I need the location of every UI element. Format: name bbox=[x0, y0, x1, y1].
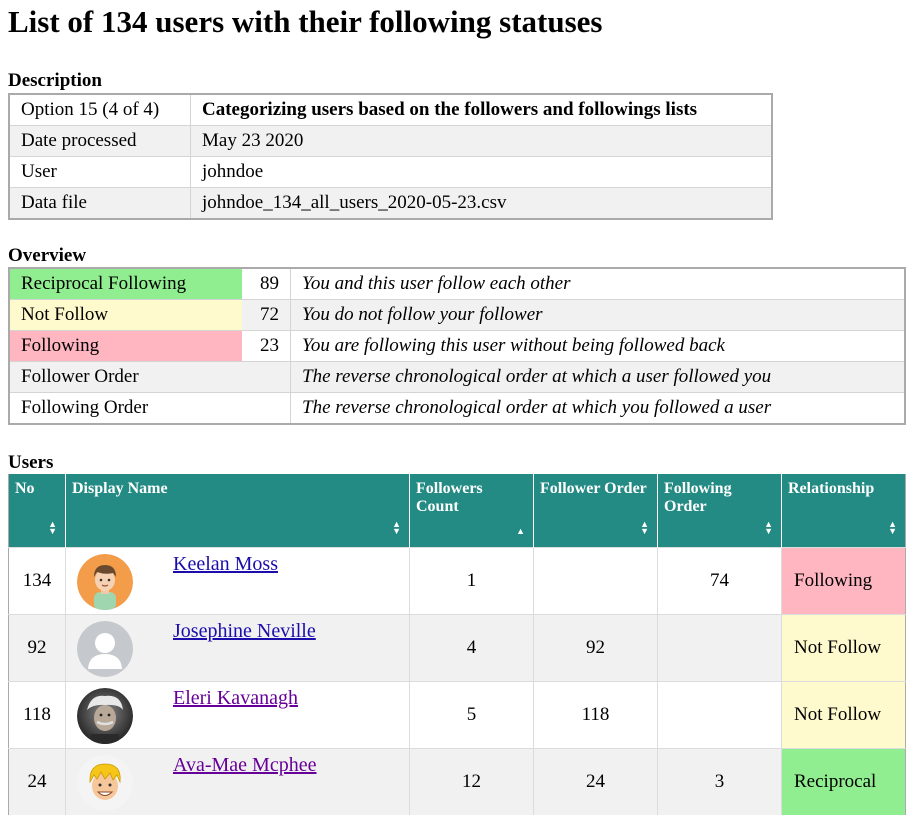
photo-avatar bbox=[77, 687, 133, 744]
cell-follower-order: 24 bbox=[533, 747, 658, 815]
overview-description: The reverse chronological order at which… bbox=[290, 392, 905, 424]
cell-relationship: Following bbox=[781, 546, 906, 614]
sort-icon: ▲ ▼ bbox=[640, 518, 649, 536]
user-profile-link[interactable]: Eleri Kavanagh bbox=[173, 687, 298, 710]
overview-category: Reciprocal Following bbox=[9, 268, 242, 300]
cell-following-order: 3 bbox=[657, 747, 782, 815]
sort-icon: ▲ ▼ bbox=[888, 518, 897, 536]
users-table: No ▲ ▼ Display Name ▲ ▼ Followers Count ▲ … bbox=[8, 474, 906, 815]
description-row: User johndoe bbox=[9, 156, 772, 188]
table-row: 92 Josephine Neville 4 92 Not Follow bbox=[8, 613, 906, 681]
cell-followers-count: 12 bbox=[409, 747, 534, 815]
cell-display-name: Keelan Moss bbox=[65, 546, 410, 614]
description-value: Categorizing users based on the follower… bbox=[190, 94, 772, 126]
overview-category: Following bbox=[9, 330, 242, 362]
cell-followers-count: 1 bbox=[409, 546, 534, 614]
column-header-following-order[interactable]: Following Order ▲ ▼ bbox=[657, 474, 782, 547]
overview-category: Follower Order bbox=[9, 361, 242, 393]
overview-description: The reverse chronological order at which… bbox=[290, 361, 905, 393]
overview-category: Not Follow bbox=[9, 299, 242, 331]
cell-no: 134 bbox=[8, 546, 66, 614]
overview-row-not-follow: Not Follow 72 You do not follow your fol… bbox=[9, 299, 905, 331]
users-header-row: No ▲ ▼ Display Name ▲ ▼ Followers Count ▲ … bbox=[8, 474, 906, 547]
overview-count: 72 bbox=[242, 299, 291, 331]
user-profile-link[interactable]: Josephine Neville bbox=[173, 620, 316, 643]
sort-icon: ▲ ▼ bbox=[392, 518, 401, 536]
cell-display-name: Ava-Mae Mcphee bbox=[65, 747, 410, 815]
description-value: May 23 2020 bbox=[190, 125, 772, 157]
cell-display-name: Eleri Kavanagh bbox=[65, 680, 410, 748]
cell-following-order bbox=[657, 613, 782, 681]
overview-row-follower-order: Follower Order The reverse chronological… bbox=[9, 361, 905, 393]
cell-display-name: Josephine Neville bbox=[65, 613, 410, 681]
description-key: Option 15 (4 of 4) bbox=[21, 99, 160, 120]
overview-description: You and this user follow each other bbox=[290, 268, 905, 300]
overview-description: You are following this user without bein… bbox=[290, 330, 905, 362]
overview-count: 89 bbox=[260, 273, 279, 294]
overview-count bbox=[242, 392, 291, 424]
description-row: Data file johndoe_134_all_users_2020-05-… bbox=[9, 187, 772, 219]
table-row: 118 Eleri Kavanagh 5 118 Not Follow bbox=[8, 680, 906, 748]
description-key: Data file bbox=[9, 187, 191, 219]
cell-relationship: Not Follow bbox=[781, 680, 906, 748]
overview-row-following-order: Following Order The reverse chronologica… bbox=[9, 392, 905, 424]
table-row: 24 Ava-Mae Mcphee 12 24 3 Reciprocal bbox=[8, 747, 906, 815]
overview-description: You do not follow your follower bbox=[290, 299, 905, 331]
column-header-label: No bbox=[15, 480, 35, 497]
column-header-followers-count[interactable]: Followers Count ▲ bbox=[409, 474, 534, 547]
default-person-avatar bbox=[77, 620, 133, 677]
column-header-label: Followers Count bbox=[416, 480, 483, 515]
overview-count bbox=[242, 361, 291, 393]
column-header-label: Following Order bbox=[664, 480, 732, 515]
cell-no: 118 bbox=[8, 680, 66, 748]
overview-count: 23 bbox=[242, 330, 291, 362]
column-header-display-name[interactable]: Display Name ▲ ▼ bbox=[65, 474, 410, 547]
overview-heading: Overview bbox=[8, 245, 87, 266]
column-header-label: Display Name bbox=[72, 480, 168, 497]
description-heading: Description bbox=[8, 70, 102, 91]
cell-relationship: Reciprocal bbox=[781, 747, 906, 815]
sort-icon: ▲ ▼ bbox=[764, 518, 773, 536]
overview-category: Following Order bbox=[9, 392, 242, 424]
users-heading: Users bbox=[8, 452, 54, 473]
description-key: User bbox=[9, 156, 191, 188]
description-row: Date processed May 23 2020 bbox=[9, 125, 772, 157]
cell-following-order bbox=[657, 680, 782, 748]
cell-follower-order: 92 bbox=[533, 613, 658, 681]
cell-follower-order bbox=[533, 546, 658, 614]
description-value: johndoe_134_all_users_2020-05-23.csv bbox=[190, 187, 772, 219]
table-row: 134 Keelan Moss 1 74 Following bbox=[8, 546, 906, 614]
cell-relationship: Not Follow bbox=[781, 613, 906, 681]
cell-followers-count: 5 bbox=[409, 680, 534, 748]
page-title: List of 134 users with their following s… bbox=[8, 4, 603, 39]
column-header-label: Relationship bbox=[788, 480, 875, 497]
description-value: johndoe bbox=[190, 156, 772, 188]
description-key: Date processed bbox=[9, 125, 191, 157]
cell-no: 92 bbox=[8, 613, 66, 681]
user-profile-link[interactable]: Keelan Moss bbox=[173, 553, 278, 576]
user-profile-link[interactable]: Ava-Mae Mcphee bbox=[173, 754, 316, 777]
cartoon-man-avatar bbox=[77, 553, 133, 610]
sort-icon: ▲ ▼ bbox=[48, 518, 57, 536]
overview-row-following: Following 23 You are following this user… bbox=[9, 330, 905, 362]
column-header-no[interactable]: No ▲ ▼ bbox=[8, 474, 66, 547]
description-table: Option 15 (4 of 4) Categorizing users ba… bbox=[8, 93, 773, 220]
column-header-label: Follower Order bbox=[540, 480, 647, 497]
sort-ascending-icon: ▲ bbox=[516, 525, 525, 536]
overview-row-reciprocal: Reciprocal Following 89 You and this use… bbox=[9, 268, 905, 300]
column-header-follower-order[interactable]: Follower Order ▲ ▼ bbox=[533, 474, 658, 547]
cell-followers-count: 4 bbox=[409, 613, 534, 681]
cell-following-order: 74 bbox=[657, 546, 782, 614]
overview-table: Reciprocal Following 89 You and this use… bbox=[8, 267, 906, 425]
cell-no: 24 bbox=[8, 747, 66, 815]
description-row: Option 15 (4 of 4) Categorizing users ba… bbox=[9, 94, 772, 126]
cartoon-boy-avatar bbox=[77, 754, 133, 811]
cell-follower-order: 118 bbox=[533, 680, 658, 748]
column-header-relationship[interactable]: Relationship ▲ ▼ bbox=[781, 474, 906, 547]
